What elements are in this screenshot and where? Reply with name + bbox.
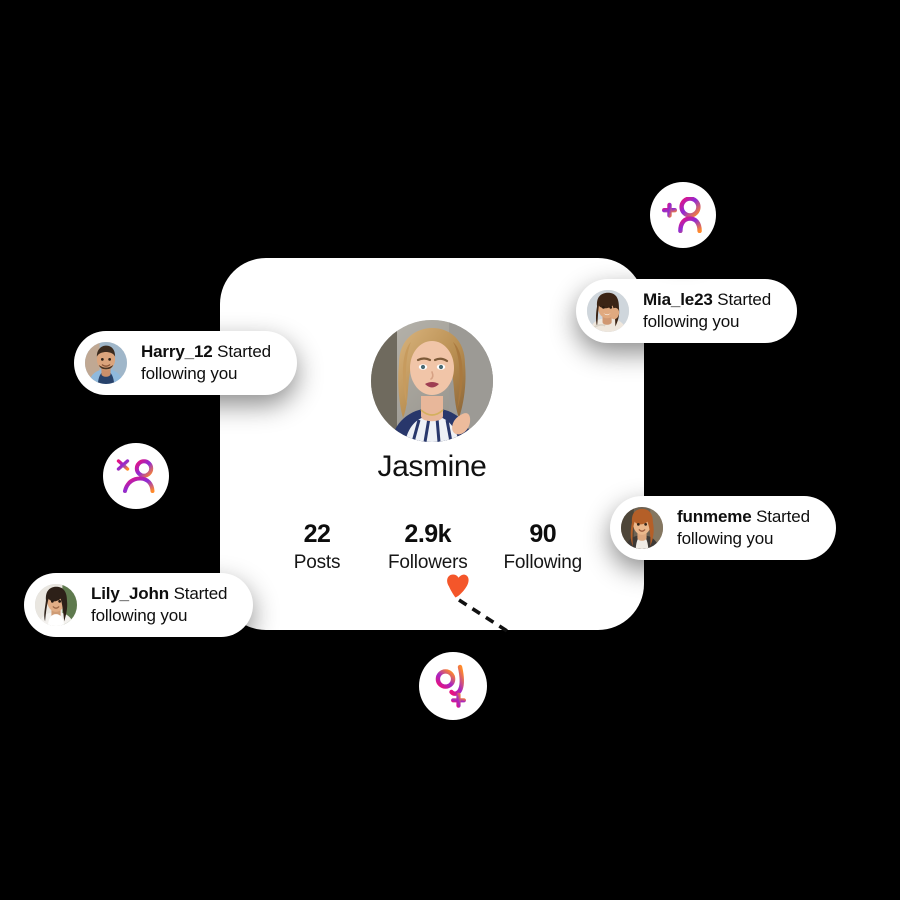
profile-photo-jasmine xyxy=(371,320,493,442)
stat-followers-label: Followers xyxy=(388,551,468,573)
notification-harry-action-line2: following you xyxy=(141,364,238,383)
stat-posts-value: 22 xyxy=(303,520,331,548)
notification-lily-text: Lily_John Started following you xyxy=(91,583,227,628)
notification-harry-text: Harry_12 Started following you xyxy=(141,341,271,386)
illustration-canvas: Jasmine 22 Posts 2.9k Followers 90 Follo… xyxy=(0,0,900,900)
stat-following[interactable]: 90 Following xyxy=(503,520,583,574)
stat-following-label: Following xyxy=(503,551,583,573)
stat-following-value: 90 xyxy=(529,520,557,548)
avatar-harry-12 xyxy=(83,340,129,386)
notification-lily-username: Lily_John xyxy=(91,583,169,603)
profile-stats: 22 Posts 2.9k Followers 90 Following xyxy=(254,520,610,574)
stat-posts-label: Posts xyxy=(293,551,341,573)
avatar-mia-le23-image xyxy=(587,290,629,332)
notification-mia-text: Mia_le23 Started following you xyxy=(643,289,771,334)
notification-funmeme[interactable]: funmeme Started following you xyxy=(610,496,836,560)
notification-lily-action-line2: following you xyxy=(91,606,188,625)
avatar-lily-john xyxy=(33,582,79,628)
notification-mia-action: Started xyxy=(717,289,772,309)
notification-funmeme-action-line2: following you xyxy=(677,529,774,548)
stat-followers[interactable]: 2.9k Followers xyxy=(388,520,468,574)
stat-posts[interactable]: 22 Posts xyxy=(282,520,352,574)
profile-avatar[interactable] xyxy=(371,320,493,442)
notification-lily-action: Started xyxy=(173,583,228,603)
user-sparkle-icon xyxy=(116,459,155,493)
stat-followers-value: 2.9k xyxy=(404,520,452,548)
avatar-lily-john-image xyxy=(35,584,77,626)
notification-funmeme-action: Started xyxy=(756,506,810,526)
add-person-icon xyxy=(435,664,466,708)
notification-harry-username: Harry_12 xyxy=(141,341,213,361)
notification-lily[interactable]: Lily_John Started following you xyxy=(24,573,254,637)
notification-harry[interactable]: Harry_12 Started following you xyxy=(74,331,297,395)
notification-mia-action-line2: following you xyxy=(643,312,740,331)
notification-mia[interactable]: Mia_le23 Started following you xyxy=(576,279,798,343)
avatar-funmeme-image xyxy=(621,507,663,549)
notification-funmeme-username: funmeme xyxy=(677,506,752,526)
notification-mia-username: Mia_le23 xyxy=(643,289,713,309)
notification-funmeme-text: funmeme Started following you xyxy=(677,506,810,551)
profile-name: Jasmine xyxy=(377,450,487,483)
avatar-harry-12-image xyxy=(85,342,127,384)
notification-harry-action: Started xyxy=(217,341,271,361)
avatar-funmeme xyxy=(619,505,665,551)
badge-user-sparkle[interactable] xyxy=(103,443,169,509)
badge-add-person[interactable] xyxy=(419,652,487,720)
avatar-mia-le23 xyxy=(585,288,631,334)
badge-add-user[interactable] xyxy=(650,182,716,248)
add-user-icon xyxy=(662,197,702,233)
